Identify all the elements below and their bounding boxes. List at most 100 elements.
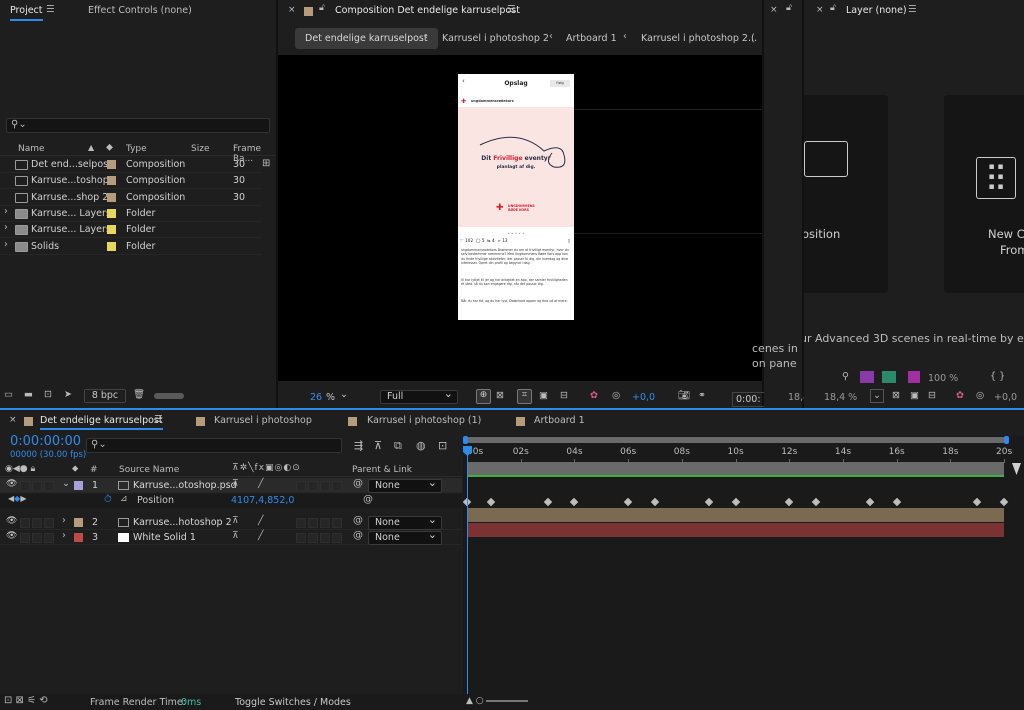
breadcrumb-item[interactable]: Artboard 1 — [566, 33, 617, 44]
zoom-value[interactable]: 18,4 % — [824, 392, 857, 403]
breadcrumb-active[interactable]: Det endelige karruselpost — [295, 28, 438, 49]
solo-switch[interactable] — [32, 518, 42, 528]
chevron-right-icon[interactable]: › — [62, 530, 66, 541]
tab-timeline-active[interactable]: Det endelige karruselpost — [40, 415, 163, 430]
new-folder-icon[interactable]: ▬ — [24, 389, 33, 400]
motion-blur-icon[interactable]: ◍ — [416, 439, 426, 452]
tab-project[interactable]: Project — [10, 5, 43, 21]
layer-row[interactable]: 👁︎ ⌄ 1 Karruse...otoshop.psd ⊼ ╱ @ None — [0, 477, 462, 493]
tab-effect-controls[interactable]: Effect Controls (none) — [88, 5, 192, 16]
audio-switch[interactable] — [20, 533, 30, 543]
footer-icons[interactable]: ⊡ ⊠ ⚟ ⟲ — [4, 695, 48, 706]
composition-title[interactable]: Composition Det endelige karruselpost — [335, 5, 520, 16]
hamburger-icon[interactable]: ☰ — [908, 4, 917, 15]
layer-3-bar[interactable] — [468, 523, 1004, 537]
column-source-name[interactable]: Source Name — [119, 465, 179, 475]
property-value[interactable]: 4107,4,852,0 — [231, 495, 294, 506]
channels-icon[interactable]: ✿ — [590, 390, 598, 401]
resolution-dropdown[interactable]: Full — [380, 388, 458, 404]
layer-row[interactable]: 👁︎ › 3 White Solid 1 ⊼ ╱ @ None — [0, 529, 462, 545]
eye-icon[interactable]: 👁︎ — [6, 531, 17, 541]
parent-dropdown[interactable]: None — [368, 477, 442, 493]
project-item[interactable]: › Karruse... Layers Folder — [0, 206, 262, 222]
switch-box[interactable] — [320, 533, 330, 543]
expand-chevron-icon[interactable]: › — [4, 222, 8, 233]
fast-preview-icon[interactable]: ⊕ — [476, 389, 491, 404]
work-area-start-handle[interactable] — [463, 436, 468, 444]
column-size[interactable]: Size — [191, 144, 209, 154]
project-item[interactable]: › Karruse... Layers Folder — [0, 222, 262, 239]
zoom-slider[interactable]: ▲ ○ — [466, 696, 528, 706]
guides-icon[interactable]: ⊟ — [560, 390, 568, 401]
breadcrumb-item[interactable]: Karrusel i photoshop 2 — [442, 33, 549, 44]
zoom-unit[interactable]: % — [326, 392, 335, 403]
composition-viewer[interactable]: ‹ Opslag Følg ✚ ungdommensrødekors Dit F… — [278, 55, 762, 381]
close-icon[interactable]: × — [770, 5, 778, 15]
pickwhip-icon[interactable]: @ — [353, 515, 363, 526]
layer-name[interactable]: Karruse...hotoshop 2 — [133, 517, 232, 528]
pedestrian-icon[interactable]: ⚲ — [842, 371, 849, 382]
color-swatch[interactable] — [908, 371, 920, 383]
toggle-switches-modes[interactable]: Toggle Switches / Modes — [235, 697, 351, 708]
label-tag-icon[interactable]: ⬥ — [72, 464, 78, 474]
expand-chevron-icon[interactable]: › — [4, 239, 8, 250]
switch-box[interactable] — [308, 481, 318, 491]
timecode-field[interactable]: 0:00: — [732, 392, 765, 407]
color-swatch[interactable] — [860, 371, 874, 383]
camera-icon[interactable]: 📷︎ — [678, 390, 690, 401]
lock-switch[interactable] — [44, 533, 54, 543]
switch-box[interactable] — [332, 518, 342, 528]
project-item[interactable]: Karruse...toshop Composition 30 — [0, 173, 262, 190]
percent-value[interactable]: 100 % — [928, 373, 958, 384]
keyframe-nav-icon[interactable]: ◀◆▶ — [8, 494, 26, 503]
project-item[interactable]: Det end...selpost Composition 30 — [0, 157, 262, 173]
bracket-icon[interactable]: { } — [990, 371, 1005, 382]
lock-icon[interactable]: 🔓︎ — [786, 3, 792, 13]
hamburger-icon[interactable]: ☰ — [507, 4, 516, 15]
adjust-icon[interactable]: ➤ — [64, 389, 72, 400]
layer-row[interactable]: 👁︎ › 2 Karruse...hotoshop 2 ⊼ ╱ @ None — [0, 514, 462, 530]
stopwatch-icon[interactable]: ⏱︎ — [104, 494, 112, 505]
switch-box[interactable] — [296, 481, 306, 491]
playhead-line[interactable] — [467, 446, 468, 694]
work-area-bar[interactable] — [466, 437, 1006, 443]
quality-switch-icon[interactable]: ╱ — [258, 479, 263, 489]
eye-icon[interactable]: 👁︎ — [6, 516, 17, 526]
switch-box[interactable] — [296, 533, 306, 543]
column-name[interactable]: Name — [18, 144, 45, 154]
region-icon[interactable]: ▣ — [910, 390, 919, 401]
draft-3d-icon[interactable]: ⊼ — [374, 439, 382, 452]
chevron-right-icon[interactable]: › — [62, 515, 66, 526]
shy-switch-icon[interactable]: ⊼ — [232, 531, 239, 541]
switch-box[interactable] — [308, 518, 318, 528]
label-color-swatch[interactable] — [74, 533, 83, 542]
parent-dropdown[interactable]: None — [368, 529, 442, 545]
lock-icon[interactable]: 🔓︎ — [830, 3, 836, 13]
column-parent-link[interactable]: Parent & Link — [352, 465, 412, 475]
quality-switch-icon[interactable]: ╱ — [258, 516, 263, 526]
color-management-icon[interactable]: ◎ — [612, 390, 620, 401]
close-icon[interactable]: × — [9, 415, 17, 425]
close-icon[interactable]: × — [288, 5, 296, 15]
audio-switch[interactable] — [20, 481, 30, 491]
layer-name[interactable]: Karruse...otoshop.psd — [133, 480, 237, 491]
layer-name[interactable]: White Solid 1 — [133, 532, 196, 543]
lock-icon[interactable]: 🔓︎ — [319, 3, 325, 13]
transparency-grid-icon[interactable]: ⊠ — [496, 390, 504, 401]
lock-switch[interactable] — [44, 518, 54, 528]
region-of-interest-icon[interactable]: ▣ — [539, 390, 548, 401]
layer-panel-title[interactable]: Layer (none) — [846, 5, 907, 16]
shy-switch-icon[interactable]: ⊼ — [232, 479, 239, 489]
time-ruler[interactable]: 00s 02s 04s 06s 08s 10s 12s 14s 16s 18s 20s — [463, 444, 1024, 464]
switch-box[interactable] — [320, 518, 330, 528]
work-area-end-handle[interactable] — [1004, 436, 1009, 444]
new-composition-icon[interactable]: ⊡ — [44, 389, 52, 400]
switch-box[interactable] — [332, 533, 342, 543]
switch-box[interactable] — [308, 533, 318, 543]
chevron-down-icon[interactable]: ⌄ — [340, 389, 348, 400]
exposure-value[interactable]: +0,0 — [632, 392, 655, 403]
mask-visibility-icon[interactable]: ⌗ — [517, 389, 532, 404]
color-management-icon[interactable]: ◎ — [976, 390, 984, 401]
color-swatch[interactable] — [882, 371, 896, 383]
transparency-grid-icon[interactable]: ⊠ — [892, 390, 900, 401]
